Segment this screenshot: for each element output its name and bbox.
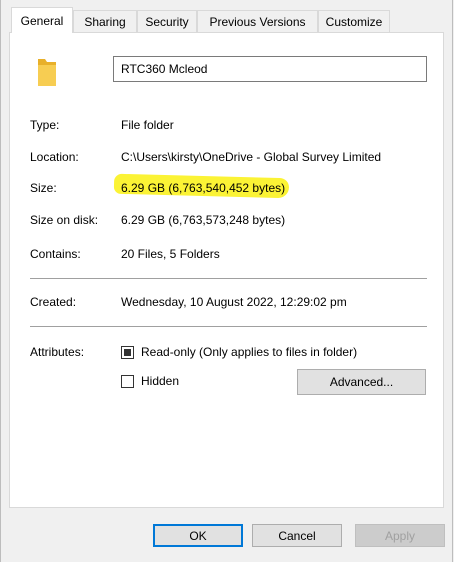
tab-general[interactable]: General xyxy=(11,7,73,33)
window-frame-right xyxy=(452,0,453,562)
tab-security-label: Security xyxy=(145,15,189,29)
type-value: File folder xyxy=(121,118,174,132)
location-label: Location: xyxy=(30,150,79,164)
size-value: 6.29 GB (6,763,540,452 bytes) xyxy=(121,181,286,195)
separator xyxy=(30,278,427,279)
size-on-disk-value: 6.29 GB (6,763,573,248 bytes) xyxy=(121,213,286,227)
location-value: C:\Users\kirsty\OneDrive - Global Survey… xyxy=(121,150,382,164)
apply-button[interactable]: Apply xyxy=(355,524,445,547)
cancel-button[interactable]: Cancel xyxy=(252,524,342,547)
created-value: Wednesday, 10 August 2022, 12:29:02 pm xyxy=(121,295,347,309)
folder-name-input[interactable] xyxy=(113,56,427,82)
attributes-label: Attributes: xyxy=(30,345,85,359)
tab-previous-versions[interactable]: Previous Versions xyxy=(197,10,318,32)
size-label: Size: xyxy=(30,181,57,195)
hidden-label: Hidden xyxy=(141,374,180,388)
window-frame-left xyxy=(0,0,1,562)
tab-previous-versions-label: Previous Versions xyxy=(209,15,306,29)
tab-security[interactable]: Security xyxy=(137,10,197,32)
indeterminate-mark xyxy=(124,349,131,356)
contains-value: 20 Files, 5 Folders xyxy=(121,247,220,261)
ok-button[interactable]: OK xyxy=(153,524,243,547)
hidden-checkbox[interactable] xyxy=(121,375,134,388)
separator xyxy=(30,326,427,327)
tab-general-label: General xyxy=(20,14,64,28)
tab-customize-label: Customize xyxy=(325,15,383,29)
tab-customize[interactable]: Customize xyxy=(318,10,390,32)
readonly-label: Read-only (Only applies to files in fold… xyxy=(141,345,358,359)
tab-sharing[interactable]: Sharing xyxy=(73,10,137,32)
contains-label: Contains: xyxy=(30,247,81,261)
type-label: Type: xyxy=(30,118,60,132)
created-label: Created: xyxy=(30,295,77,309)
general-tab-panel xyxy=(9,32,444,508)
folder-icon xyxy=(38,59,56,86)
readonly-checkbox[interactable] xyxy=(121,346,134,359)
size-on-disk-label: Size on disk: xyxy=(30,213,99,227)
tab-sharing-label: Sharing xyxy=(84,15,126,29)
advanced-button[interactable]: Advanced... xyxy=(297,369,426,395)
